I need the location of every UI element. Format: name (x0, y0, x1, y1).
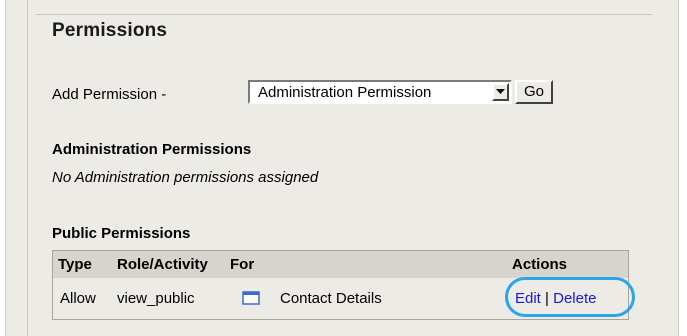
permission-type-select[interactable]: Administration Permission (248, 80, 512, 104)
section-title: Permissions (52, 20, 168, 41)
go-button[interactable]: Go (515, 80, 553, 104)
row-actions: Edit | Delete (515, 290, 596, 307)
row-role: view_public (117, 290, 195, 307)
header-role-activity: Role/Activity (117, 256, 208, 273)
public-permissions-table: Type Role/Activity For Actions Allow vie… (52, 250, 629, 320)
row-for: Contact Details (280, 290, 382, 307)
header-type: Type (58, 256, 92, 273)
header-actions: Actions (512, 256, 568, 273)
public-permissions-title: Public Permissions (52, 225, 191, 242)
window-icon (242, 291, 260, 305)
edit-link[interactable]: Edit (515, 290, 541, 307)
permission-type-value: Administration Permission (258, 84, 432, 101)
admin-permissions-title: Administration Permissions (52, 141, 252, 158)
action-separator: | (545, 290, 549, 307)
add-permission-label: Add Permission - (52, 86, 167, 103)
delete-link[interactable]: Delete (553, 290, 596, 307)
row-type: Allow (60, 290, 96, 307)
table-row: Allow view_public Contact Details Edit |… (53, 278, 628, 319)
screen: Permissions Add Permission - Administrat… (0, 0, 687, 336)
table-header: Type Role/Activity For Actions (53, 251, 628, 278)
divider (36, 14, 652, 15)
header-for: For (230, 256, 255, 273)
admin-permissions-empty-note: No Administration permissions assigned (52, 169, 319, 186)
dropdown-arrow-icon[interactable] (492, 83, 509, 101)
